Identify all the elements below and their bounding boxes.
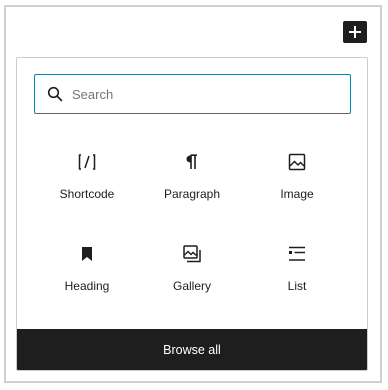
block-inserter-popover: Shortcode Paragraph Image	[16, 57, 368, 371]
block-label: Gallery	[172, 279, 211, 293]
paragraph-icon	[180, 150, 204, 174]
bookmark-icon	[75, 242, 99, 266]
block-label: Heading	[64, 279, 110, 293]
gallery-icon	[180, 242, 204, 266]
block-item-image[interactable]: Image	[247, 130, 347, 212]
search-icon	[46, 85, 64, 103]
block-label: Shortcode	[59, 187, 115, 201]
block-item-heading[interactable]: Heading	[37, 222, 137, 304]
add-block-button[interactable]	[343, 21, 367, 43]
browse-all-button[interactable]: Browse all	[17, 329, 367, 370]
block-label: Paragraph	[163, 187, 221, 201]
image-icon	[285, 150, 309, 174]
shortcode-icon	[75, 150, 99, 174]
block-item-gallery[interactable]: Gallery	[142, 222, 242, 304]
block-item-list[interactable]: List	[247, 222, 347, 304]
search-input[interactable]	[72, 86, 332, 102]
list-icon	[285, 242, 309, 266]
search-field[interactable]	[34, 74, 351, 114]
block-item-paragraph[interactable]: Paragraph	[142, 130, 242, 212]
block-item-shortcode[interactable]: Shortcode	[37, 130, 137, 212]
plus-icon	[349, 26, 361, 38]
block-label: List	[287, 279, 307, 293]
block-label: Image	[280, 187, 314, 201]
